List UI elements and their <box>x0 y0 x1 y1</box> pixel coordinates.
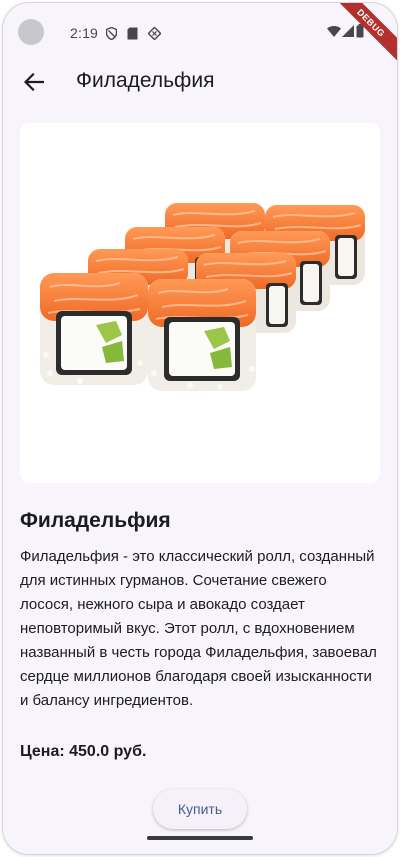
app-bar: Филадельфия <box>3 61 397 103</box>
buy-button[interactable]: Купить <box>153 789 247 829</box>
status-bar: 2:19 DEBUG <box>3 3 397 63</box>
sim-card-icon <box>127 27 138 40</box>
product-image-card <box>20 123 380 483</box>
status-time: 2:19 <box>70 25 99 41</box>
wifi-icon <box>327 26 341 37</box>
product-description: Филадельфия - это классический ролл, соз… <box>20 548 377 709</box>
sushi-rolls-image <box>39 202 366 392</box>
front-camera <box>18 19 44 45</box>
shield-icon <box>106 27 117 40</box>
signal-icon <box>342 25 354 37</box>
arrow-back-icon <box>24 73 44 91</box>
product-price: Цена: 450.0 руб. <box>20 743 147 760</box>
product-name: Филадельфия <box>20 509 171 532</box>
phone-screen: 2:19 DEBUG Филадельфия Филадельфия Филад… <box>3 3 397 854</box>
back-button[interactable] <box>17 65 51 99</box>
home-indicator[interactable] <box>147 836 253 840</box>
page-title: Филадельфия <box>76 69 215 92</box>
location-off-icon <box>148 27 161 40</box>
